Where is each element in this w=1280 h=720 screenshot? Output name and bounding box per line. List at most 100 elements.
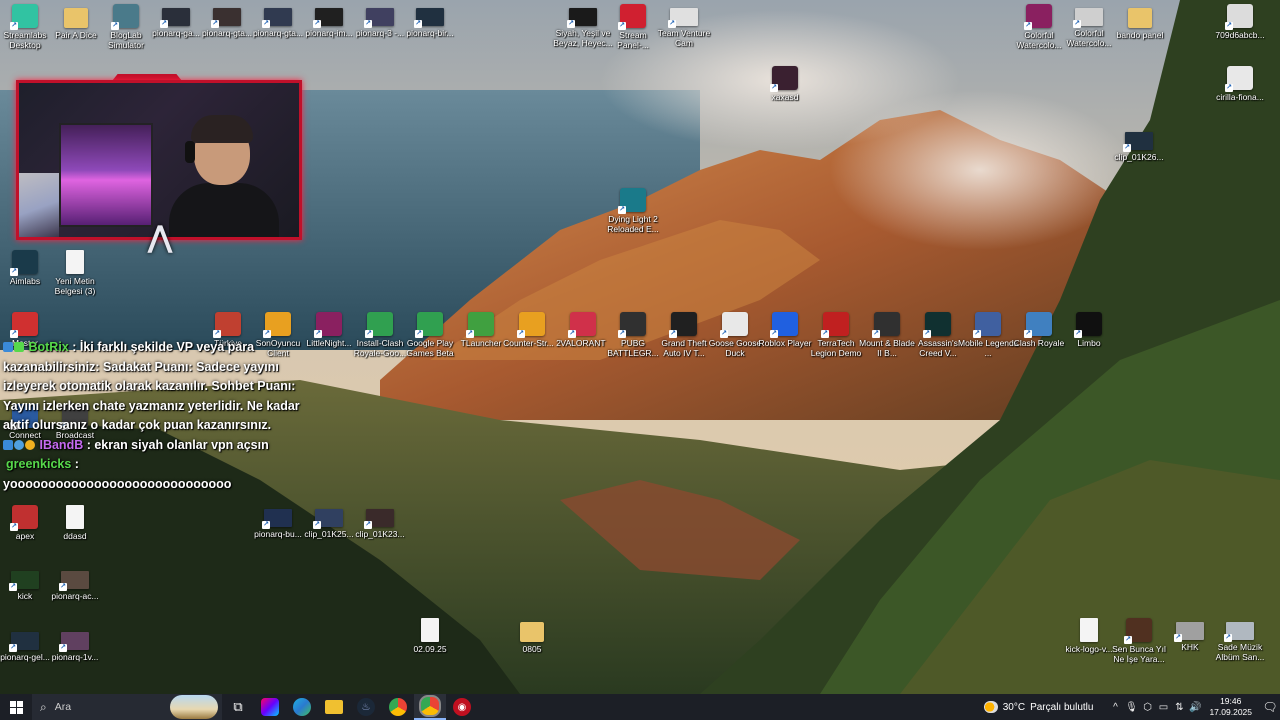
desktop-icon-limbo[interactable]: ↗ Limbo — [1059, 312, 1119, 348]
text-file-icon — [1080, 618, 1098, 642]
shortcut-arrow-icon: ↗ — [1174, 634, 1182, 642]
chat-separator: : — [71, 457, 79, 471]
notifications-icon[interactable]: 🗨 — [1260, 700, 1280, 714]
desktop-icon-folder[interactable]: bando panel — [1110, 4, 1170, 40]
portrait-thumb-icon: ↗ — [770, 66, 798, 92]
verified-badge-icon — [3, 439, 13, 450]
text-file-icon — [66, 505, 84, 529]
desktop-icon-folder[interactable]: 0805 — [502, 618, 562, 654]
portrait-thumb-icon: ↗ — [1225, 4, 1253, 30]
chat-text: yooooooooooooooooooooooooooooo — [3, 476, 232, 491]
cs2-icon: ↗ — [517, 312, 545, 338]
desktop-icon-video-thumb[interactable]: ↗ Sade Müzik Albüm San... — [1210, 618, 1270, 662]
desktop-icon-label: pionarq-bir... — [406, 28, 454, 38]
webcam-overlay — [16, 80, 302, 240]
sonoyuncu-icon: ↗ — [263, 312, 291, 338]
windows-logo-icon — [9, 700, 23, 714]
one-month-badge-icon — [25, 439, 35, 450]
weather-widget[interactable]: 30°C Parçalı bulutlu — [983, 701, 1094, 713]
light-strip — [19, 173, 59, 237]
desktop-icon-label: pionarq-1v... — [51, 652, 99, 662]
shortcut-arrow-icon: ↗ — [1224, 634, 1232, 642]
shortcut-arrow-icon: ↗ — [211, 20, 219, 28]
bloglab-icon: ↗ — [111, 4, 139, 30]
desktop-icon-video-thumb[interactable]: ↗ clip_01K26... — [1109, 128, 1169, 162]
tube-thumb-icon: ↗ — [1073, 8, 1103, 28]
chat-username: BotRix — [28, 340, 69, 354]
shortcut-arrow-icon: ↗ — [414, 20, 422, 28]
chevron-up-icon[interactable]: ^ — [1107, 702, 1123, 713]
video-thumb-icon: ↗ — [262, 509, 292, 529]
weather-desc: Parçalı bulutlu — [1030, 701, 1094, 713]
volume-icon[interactable]: 🔊 — [1187, 702, 1203, 713]
desktop-icon-video-thumb[interactable]: ↗ pionarq-bir... — [400, 4, 460, 38]
terratech-icon: ↗ — [821, 312, 849, 338]
taskbar-search-box[interactable]: ⌕ Ara — [32, 694, 222, 720]
shortcut-arrow-icon: ↗ — [9, 644, 17, 652]
portrait-thumb-icon: ↗ — [1225, 66, 1253, 92]
video-thumb-icon: ↗ — [211, 8, 241, 28]
desktop-icon-label: Dying Light 2 Reloaded E... — [607, 214, 659, 234]
bot-badge-icon — [14, 342, 24, 352]
shortcut-arrow-icon: ↗ — [10, 268, 18, 276]
chrome-profile-icon — [419, 695, 441, 717]
edge-icon — [293, 698, 311, 716]
aimlabs-icon: ↗ — [10, 250, 38, 276]
edge-button[interactable] — [286, 694, 318, 720]
shortcut-arrow-icon: ↗ — [314, 330, 322, 338]
dice-folder-icon — [64, 8, 88, 28]
network-icon[interactable]: ⇅ — [1171, 702, 1187, 713]
file-explorer-button[interactable] — [318, 694, 350, 720]
desktop-icon-text-file[interactable]: ddasd — [45, 505, 105, 541]
shortcut-arrow-icon: ↗ — [365, 330, 373, 338]
game-icon: ↗ — [213, 312, 241, 338]
video-thumb-icon: ↗ — [59, 571, 89, 591]
system-tray: 30°C Parçalı bulutlu ^ 🎙 ⬡ ▭ ⇅ 🔊 19:46 1… — [983, 694, 1280, 720]
shortcut-arrow-icon: ↗ — [1024, 330, 1032, 338]
limbo-icon: ↗ — [1074, 312, 1102, 338]
shortcut-arrow-icon: ↗ — [1225, 22, 1233, 30]
location-icon[interactable]: ⬡ — [1139, 702, 1155, 713]
chat-text: ekran siyah olanlar vpn açsın — [94, 437, 269, 452]
chrome-button[interactable] — [382, 694, 414, 720]
desktop-icon-portrait-thumb[interactable]: ↗ cirilla-fiona... — [1210, 66, 1270, 102]
desktop-icon-text-file[interactable]: 02.09.25 — [400, 618, 460, 654]
desktop-icon-portrait-thumb[interactable]: ↗ 709d6abcb... — [1210, 4, 1270, 40]
streaming-app-button[interactable]: ◉ — [446, 694, 478, 720]
shortcut-arrow-icon: ↗ — [415, 330, 423, 338]
start-button[interactable] — [0, 694, 32, 720]
desktop-icon-label: Team Venture Cam — [657, 28, 711, 48]
desktop-icon-video-thumb[interactable]: ↗ pionarq-1v... — [45, 628, 105, 662]
shortcut-arrow-icon: ↗ — [466, 330, 474, 338]
desktop-icon-video-thumb[interactable]: ↗ clip_01K23... — [350, 505, 410, 539]
desktop-icon-label: cirilla-fiona... — [1216, 92, 1264, 102]
shortcut-arrow-icon: ↗ — [669, 330, 677, 338]
display-icon[interactable]: ▭ — [1155, 702, 1171, 713]
desktop-icon-label: Limbo — [1077, 338, 1101, 348]
chat-separator: : — [68, 340, 80, 354]
folder-icon — [520, 622, 544, 642]
shortcut-arrow-icon: ↗ — [618, 22, 626, 30]
shortcut-arrow-icon: ↗ — [364, 521, 372, 529]
desktop-icon-text-file[interactable]: Yeni Metin Belgesi (3) — [45, 250, 105, 296]
mod-badge-icon — [3, 342, 13, 352]
desktop-icon-label: 0805 — [522, 644, 542, 654]
desktop-icon-label: clip_01K23... — [355, 529, 405, 539]
shortcut-arrow-icon: ↗ — [59, 583, 67, 591]
winrar-icon: ↗ — [314, 312, 342, 338]
steam-button[interactable]: ♨ — [350, 694, 382, 720]
chrome-active-button[interactable] — [414, 694, 446, 720]
microphone-icon[interactable]: 🎙 — [1123, 702, 1139, 713]
desktop-icon-video-thumb[interactable]: ↗ pionarq-ac... — [45, 567, 105, 601]
desktop-icon-cam-thumb[interactable]: ↗ Team Venture Cam — [654, 4, 714, 48]
copilot-icon — [261, 698, 279, 716]
copilot-button[interactable] — [254, 694, 286, 720]
desktop-icon-portrait-thumb[interactable]: ↗ xaxasd — [755, 66, 815, 102]
task-view-button[interactable]: ⧉ — [222, 694, 254, 720]
video-thumb-icon: ↗ — [262, 8, 292, 28]
video-thumb-icon: ↗ — [1174, 622, 1204, 642]
desktop-icon-dying-light[interactable]: ↗ Dying Light 2 Reloaded E... — [603, 188, 663, 234]
shortcut-arrow-icon: ↗ — [313, 521, 321, 529]
clock[interactable]: 19:46 17.09.2025 — [1209, 696, 1252, 718]
roblox-icon: ↗ — [770, 312, 798, 338]
